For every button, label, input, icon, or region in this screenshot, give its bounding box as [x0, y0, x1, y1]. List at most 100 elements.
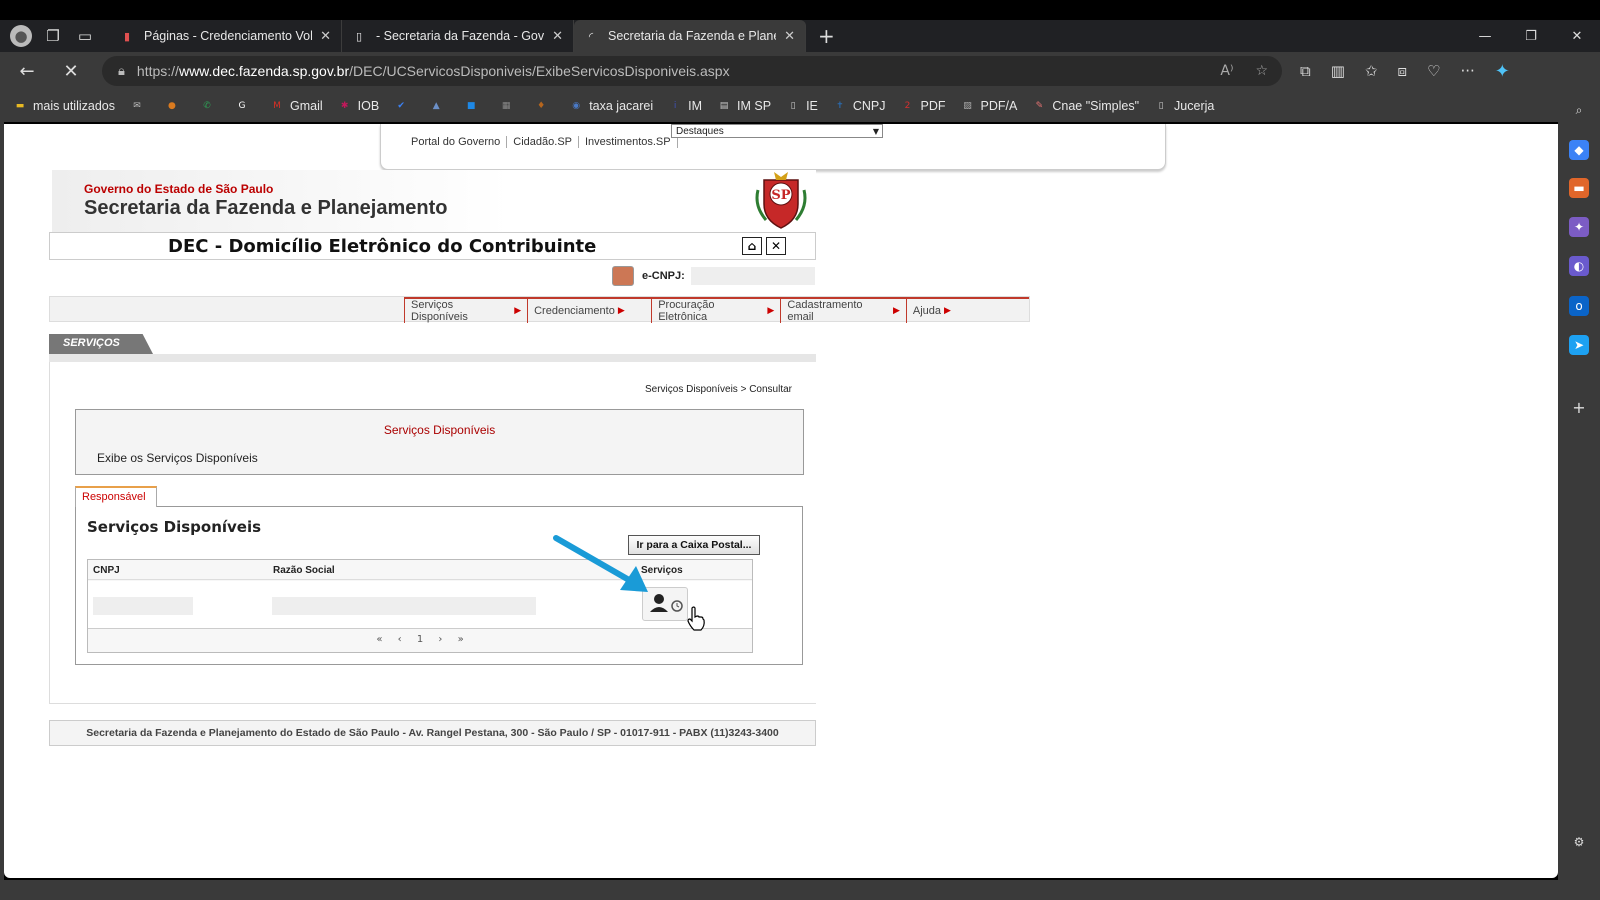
close-tab-icon[interactable]: ✕ — [320, 29, 331, 44]
bookmark-label: PDF — [920, 99, 946, 113]
bookmark-item[interactable]: ♦ — [533, 98, 554, 114]
pager-last[interactable]: » — [458, 634, 464, 645]
menu-credenciamento[interactable]: Credenciamento ▶ — [528, 299, 653, 323]
bookmark-item[interactable]: G — [234, 98, 255, 114]
bookmark-item[interactable]: ✆ — [199, 98, 220, 114]
main-content: Serviços Disponíveis > Consultar Serviço… — [49, 362, 816, 704]
copilot-sidebar-icon[interactable]: ◐ — [1569, 256, 1589, 276]
destaques-select[interactable]: Destaques ▼ — [671, 124, 883, 138]
search-icon[interactable]: ⌕ — [1569, 100, 1589, 120]
games-icon[interactable]: ✦ — [1569, 217, 1589, 237]
stop-loading-icon[interactable]: ✕ — [56, 56, 86, 86]
info-box: Serviços Disponíveis Exibe os Serviços D… — [75, 409, 804, 475]
crest-icon: ♦ — [537, 101, 546, 111]
read-aloud-icon[interactable]: A⁾ — [1220, 63, 1233, 79]
tab-title: Secretaria da Fazenda e Planejam — [608, 29, 776, 43]
bookmark-label: CNPJ — [852, 99, 886, 113]
bookmark-item[interactable]: ▬ mais utilizados — [12, 98, 115, 114]
pager-prev[interactable]: ‹ — [398, 634, 402, 645]
send-icon[interactable]: ➤ — [1569, 335, 1589, 355]
bookmark-item[interactable]: ▨ PDF/A — [960, 98, 1017, 114]
bookmark-label: mais utilizados — [33, 99, 115, 113]
bookmark-item[interactable]: ■ — [463, 98, 484, 114]
workspaces-icon[interactable]: ❐ — [42, 25, 64, 47]
bookmark-item[interactable]: ▲ — [428, 98, 449, 114]
minimize-icon[interactable]: — — [1462, 20, 1508, 52]
tools-icon[interactable]: ▬ — [1569, 178, 1589, 198]
bookmark-item[interactable]: ✎ Cnae "Simples" — [1031, 98, 1139, 114]
close-tab-icon[interactable]: ✕ — [784, 29, 795, 44]
new-tab-icon[interactable]: + — [818, 24, 835, 48]
tab-secretaria-governo[interactable]: ▯ - Secretaria da Fazenda - Govern ✕ — [342, 20, 574, 52]
gov-link-cidadao[interactable]: Cidadão.SP — [507, 136, 579, 148]
bookmark-item[interactable]: ● — [164, 98, 185, 114]
screen: ● ❐ ▭ ▮ Páginas - Credenciamento Volun ✕… — [0, 0, 1600, 900]
gov-link-investimentos[interactable]: Investimentos.SP — [579, 136, 678, 148]
close-tab-icon[interactable]: ✕ — [552, 29, 563, 44]
tab-credenciamento[interactable]: ▮ Páginas - Credenciamento Volun ✕ — [110, 20, 342, 52]
bookmark-item[interactable]: ✉ — [129, 98, 150, 114]
tab-secretaria-active[interactable]: ◜ Secretaria da Fazenda e Planejam ✕ — [574, 20, 806, 52]
close-icon[interactable]: ✕ — [766, 237, 786, 255]
tab-responsavel[interactable]: Responsável — [75, 486, 157, 507]
bookmark-item[interactable]: ✱ IOB — [337, 98, 379, 114]
favorites-icon[interactable]: ✩ — [1365, 62, 1378, 80]
performance-icon[interactable]: ♡ — [1427, 62, 1440, 80]
bookmark-item[interactable]: M Gmail — [269, 98, 323, 114]
split-screen-icon[interactable]: ▥ — [1331, 62, 1345, 80]
bookmark-item[interactable]: ▦ — [498, 98, 519, 114]
extensions-icon[interactable]: ⧉ — [1300, 62, 1311, 80]
bookmark-item[interactable]: i IM — [667, 98, 702, 114]
more-menu-icon[interactable]: ··· — [1460, 62, 1474, 80]
loading-icon: ◜ — [588, 29, 594, 43]
gov-link-portal[interactable]: Portal do Governo — [405, 136, 508, 148]
pdf-favicon-icon: ▮ — [123, 29, 131, 43]
bookmark-item[interactable]: ◉ taxa jacarei — [568, 98, 653, 114]
shopping-tag-icon[interactable]: ◆ — [1569, 140, 1589, 160]
bookmark-item[interactable]: ✝ CNPJ — [832, 98, 886, 114]
dec-title-bar: DEC - Domicílio Eletrônico do Contribuin… — [49, 232, 816, 260]
profile-icon[interactable]: ● — [10, 25, 32, 47]
gov-top-bar: Portal do Governo Cidadão.SP Investiment… — [380, 124, 1166, 170]
url-actions: A⁾ ☆ — [1220, 63, 1268, 79]
pager-page-1[interactable]: 1 — [417, 634, 423, 645]
menu-cadastramento-email[interactable]: Cadastramento email ▶ — [781, 299, 907, 323]
lock-icon[interactable]: 🔒︎ — [118, 64, 125, 79]
menu-servicos-disponiveis[interactable]: Serviços Disponíveis ▶ — [404, 299, 529, 323]
tab-actions-icon[interactable]: ▭ — [74, 25, 96, 47]
url-path: /DEC/UCServicosDisponiveis/ExibeServicos… — [349, 63, 730, 79]
url-host: www.dec.fazenda.sp.gov.br — [178, 63, 350, 79]
col-razao-social: Razão Social — [273, 565, 335, 576]
site-header: Governo do Estado de São Paulo Secretari… — [52, 170, 816, 232]
outlook-icon[interactable]: o — [1569, 296, 1589, 316]
bookmark-item[interactable]: ✔ — [393, 98, 414, 114]
pager-next[interactable]: › — [438, 634, 442, 645]
favorite-star-icon[interactable]: ☆ — [1255, 63, 1268, 79]
bookmark-item[interactable]: ▯ Jucerja — [1153, 98, 1215, 114]
bookmark-item[interactable]: ▤ IM SP — [716, 98, 771, 114]
add-sidebar-icon[interactable]: + — [1569, 397, 1589, 417]
ecnpj-label: e-CNPJ: — [642, 270, 685, 282]
home-icon[interactable]: ⌂ — [742, 237, 762, 255]
bookmark-item[interactable]: ▯ IE — [785, 98, 818, 114]
menu-label: Cadastramento email — [787, 299, 863, 323]
pencil-icon: ✎ — [1035, 101, 1044, 111]
close-window-icon[interactable]: ✕ — [1554, 20, 1600, 52]
pager-first[interactable]: « — [376, 634, 382, 645]
url-field[interactable]: 🔒︎ https:// www.dec.fazenda.sp.gov.br /D… — [102, 56, 1282, 86]
url-scheme: https:// — [136, 63, 179, 79]
info-heading: Serviços Disponíveis — [383, 423, 496, 437]
tab-title: Páginas - Credenciamento Volun — [144, 29, 313, 43]
back-icon[interactable]: ← — [12, 56, 42, 86]
menu-procuracao-eletronica[interactable]: Procuração Eletrônica ▶ — [652, 299, 782, 323]
copilot-icon[interactable]: ✦ — [1495, 61, 1510, 82]
window-bottom-edge — [0, 880, 1600, 900]
gmail-icon: M — [273, 101, 281, 111]
page-footer: Secretaria da Fazenda e Planejamento do … — [49, 720, 816, 746]
edge-sidebar: ⌕ ◆ ▬ ✦ ◐ o ➤ + ⚙ — [1558, 90, 1600, 880]
menu-ajuda[interactable]: Ajuda ▶ — [907, 299, 1029, 323]
collections-icon[interactable]: ⧈ — [1397, 62, 1407, 80]
restore-icon[interactable]: ❐ — [1508, 20, 1554, 52]
sidebar-settings-icon[interactable]: ⚙ — [1569, 832, 1589, 852]
bookmark-item[interactable]: 2 PDF — [900, 98, 946, 114]
